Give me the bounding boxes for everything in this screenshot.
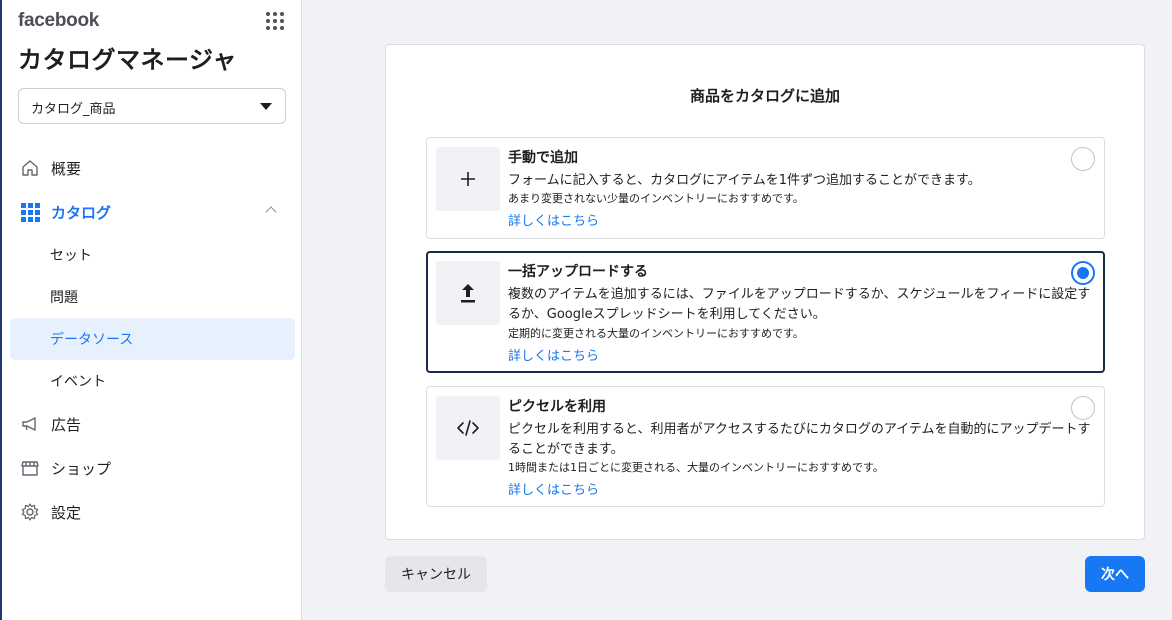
chevron-up-icon[interactable]: [265, 206, 277, 218]
shop-icon: [20, 458, 40, 478]
catalog-select-value: カタログ_商品: [31, 102, 116, 117]
nav-sub-events[interactable]: イベント: [10, 360, 295, 402]
option-description: フォームに記入すると、カタログにアイテムを1件ずつ追加することができます。: [508, 173, 981, 188]
caret-down-icon: [260, 103, 272, 110]
megaphone-icon: [20, 414, 40, 434]
option-title: 手動で追加: [508, 150, 578, 166]
option-manual[interactable]: 手動で追加 フォームに記入すると、カタログにアイテムを1件ずつ追加することができ…: [426, 137, 1105, 239]
learn-more-link[interactable]: 詳しくはこちら: [508, 210, 599, 229]
option-description: ピクセルを利用すると、利用者がアクセスするたびにカタログのアイテムを自動的にアッ…: [508, 422, 1091, 457]
nav-label-overview: 概要: [51, 159, 82, 178]
catalog-grid-icon: [20, 202, 40, 222]
nav-item-settings[interactable]: 設定: [10, 490, 295, 534]
nav-item-catalog[interactable]: カタログ: [10, 190, 295, 234]
option-note: 1時間または1日ごとに変更される、大量のインベントリーにおすすめです。: [508, 461, 884, 474]
code-icon: [436, 396, 500, 460]
sidebar-nav: 概要 カタログ セット 問題 データソース イベント 広告 ショップ 設定: [10, 146, 295, 534]
page-title: 商品をカタログに追加: [689, 87, 840, 105]
nav-item-ads[interactable]: 広告: [10, 402, 295, 446]
add-products-card: 商品をカタログに追加 手動で追加 フォームに記入すると、カタログにアイテムを1件…: [385, 44, 1145, 540]
nav-sub-issues[interactable]: 問題: [10, 276, 295, 318]
learn-more-link[interactable]: 詳しくはこちら: [508, 479, 599, 498]
plus-icon: [436, 147, 500, 211]
radio-pixel[interactable]: [1071, 396, 1095, 420]
option-title: ピクセルを利用: [508, 399, 606, 415]
nav-sub-sets[interactable]: セット: [10, 234, 295, 276]
nav-label-ads: 広告: [51, 415, 82, 434]
brand-row: facebook: [18, 10, 288, 32]
nav-label-catalog: カタログ: [51, 203, 112, 222]
radio-manual[interactable]: [1071, 147, 1095, 171]
nav-label-shop: ショップ: [51, 459, 112, 478]
nav-label-settings: 設定: [51, 503, 82, 522]
option-title: 一括アップロードする: [508, 264, 648, 280]
apps-grid-icon[interactable]: [266, 12, 284, 30]
home-icon: [20, 158, 40, 178]
sidebar: facebook カタログマネージャ カタログ_商品 概要 カタログ セット 問…: [0, 0, 302, 620]
catalog-select[interactable]: カタログ_商品: [18, 88, 286, 124]
gear-icon: [20, 502, 40, 522]
nav-item-shop[interactable]: ショップ: [10, 446, 295, 490]
learn-more-link[interactable]: 詳しくはこちら: [508, 345, 599, 364]
upload-icon: [436, 261, 500, 325]
next-button[interactable]: 次へ: [1085, 556, 1145, 592]
option-pixel[interactable]: ピクセルを利用 ピクセルを利用すると、利用者がアクセスするたびにカタログのアイテ…: [426, 386, 1105, 507]
facebook-logo[interactable]: facebook: [18, 10, 99, 32]
nav-sub-data-sources[interactable]: データソース: [10, 318, 295, 360]
app-title: カタログマネージャ: [18, 46, 237, 74]
option-bulk-upload[interactable]: 一括アップロードする 複数のアイテムを追加するには、ファイルをアップロードするか…: [426, 251, 1105, 373]
option-description: 複数のアイテムを追加するには、ファイルをアップロードするか、スケジュールをフィー…: [508, 287, 1091, 322]
option-note: 定期的に変更される大量のインベントリーにおすすめです。: [508, 327, 804, 340]
option-note: あまり変更されない少量のインベントリーにおすすめです。: [508, 192, 804, 205]
nav-item-overview[interactable]: 概要: [10, 146, 295, 190]
cancel-button[interactable]: キャンセル: [385, 556, 487, 592]
radio-bulk-upload[interactable]: [1071, 261, 1095, 285]
